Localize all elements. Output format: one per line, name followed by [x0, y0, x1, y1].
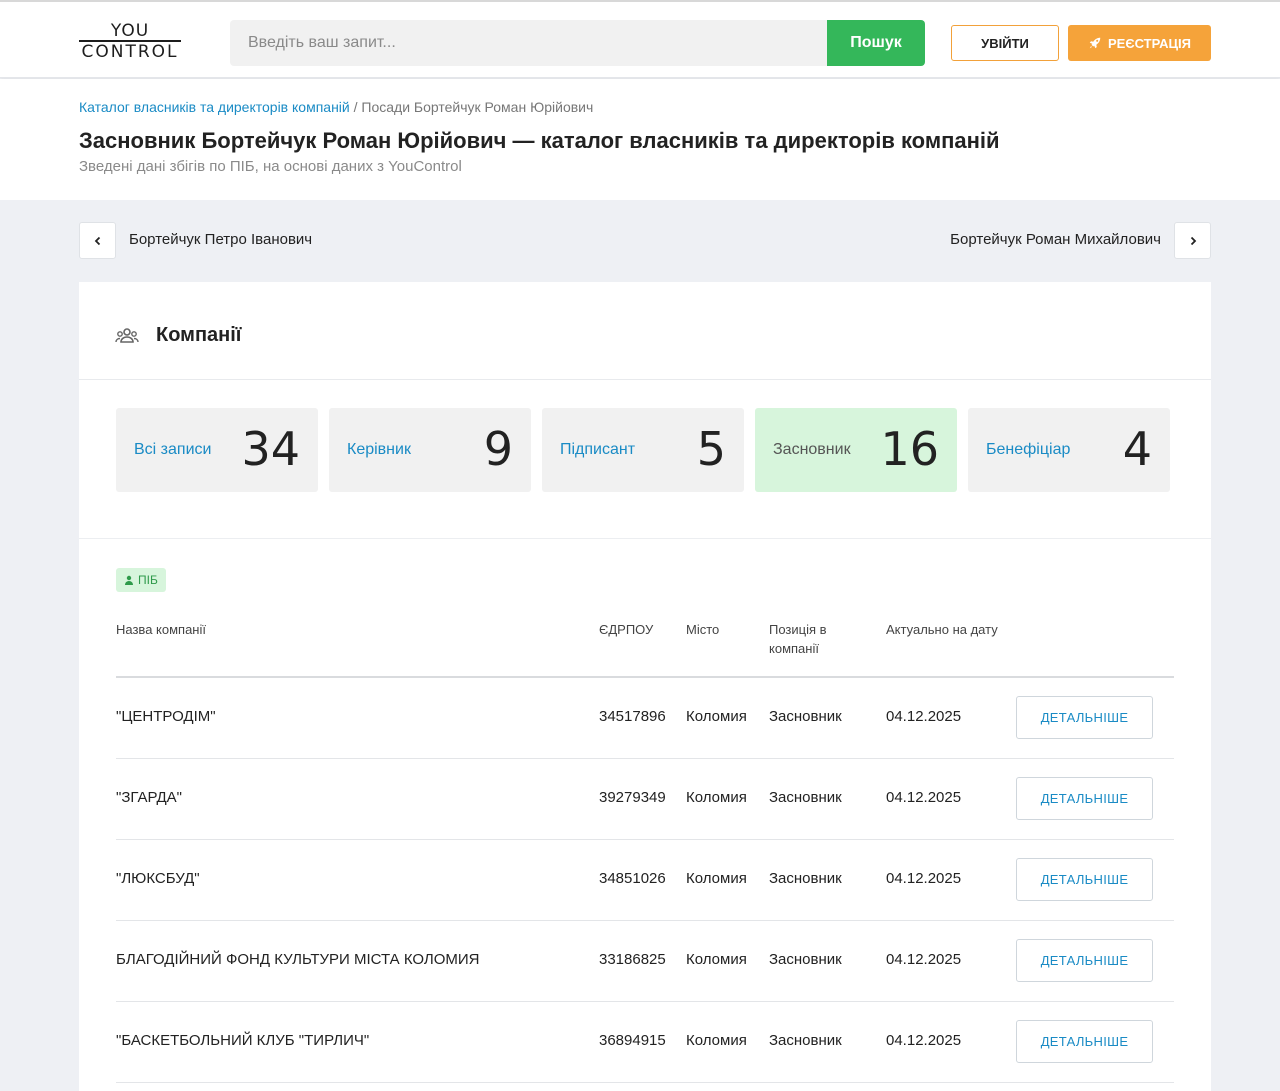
- section-divider: [79, 538, 1211, 539]
- tile-label: Керівник: [347, 441, 411, 458]
- position: Засновник: [769, 708, 842, 725]
- col-header-position-line2: компанії: [769, 641, 819, 656]
- position: Засновник: [769, 951, 842, 968]
- tile-label: Всі записи: [134, 441, 212, 458]
- tile-label: Засновник: [773, 441, 851, 458]
- chevron-left-icon: [94, 236, 100, 245]
- site-header: YOU CONTROL Пошук УВІЙТИ РЕЄСТРАЦІЯ: [0, 0, 1280, 78]
- tile-count: 34: [241, 422, 300, 476]
- actual-date: 04.12.2025: [886, 708, 962, 725]
- tile-count: 9: [483, 422, 513, 476]
- search-input[interactable]: [230, 20, 828, 66]
- company-name: "ЗГАРДА": [116, 789, 182, 806]
- tile-founder[interactable]: Засновник 16: [755, 408, 957, 492]
- companies-card: Компанії Всі записи 34 Керівник 9 Підпис…: [79, 282, 1211, 1091]
- col-header-date: Актуально на дату: [886, 622, 998, 637]
- group-icon: [115, 328, 139, 343]
- pib-badge: ПІБ: [116, 568, 166, 592]
- position: Засновник: [769, 1032, 842, 1049]
- table-row: БЛАГОДІЙНИЙ ФОНД КУЛЬТУРИ МІСТА КОЛОМИЯ …: [116, 921, 1174, 1002]
- city: Коломия: [686, 1032, 747, 1049]
- logo-line-2: CONTROL: [81, 42, 179, 62]
- details-button[interactable]: ДЕТАЛЬНІШЕ: [1016, 858, 1153, 901]
- tile-manager[interactable]: Керівник 9: [329, 408, 531, 492]
- company-name: БЛАГОДІЙНИЙ ФОНД КУЛЬТУРИ МІСТА КОЛОМИЯ: [116, 951, 480, 968]
- companies-card-header: Компанії: [79, 282, 1211, 380]
- tile-label: Підписант: [560, 441, 636, 458]
- actual-date: 04.12.2025: [886, 951, 962, 968]
- table-row: "ЛЮКСБУД" 34851026 Коломия Засновник 04.…: [116, 840, 1174, 921]
- col-header-edrpou: ЄДРПОУ: [599, 622, 654, 637]
- table-row: "БАСКЕТБОЛЬНИЙ КЛУБ "ТИРЛИЧ" 36894915 Ко…: [116, 1002, 1174, 1083]
- col-header-position: Позиція в компанії: [769, 620, 827, 658]
- company-name: "БАСКЕТБОЛЬНИЙ КЛУБ "ТИРЛИЧ": [116, 1032, 370, 1049]
- search-button[interactable]: Пошук: [827, 20, 925, 66]
- register-button[interactable]: РЕЄСТРАЦІЯ: [1068, 25, 1211, 61]
- details-button[interactable]: ДЕТАЛЬНІШЕ: [1016, 939, 1153, 982]
- edrpou-code: 34851026: [599, 870, 666, 887]
- breadcrumb: Каталог власників та директорів компаній…: [79, 99, 593, 115]
- search-bar: Пошук: [230, 20, 925, 66]
- details-button[interactable]: ДЕТАЛЬНІШЕ: [1016, 696, 1153, 739]
- register-button-label: РЕЄСТРАЦІЯ: [1108, 35, 1191, 51]
- tile-label: Бенефіціар: [986, 441, 1071, 458]
- city: Коломия: [686, 951, 747, 968]
- col-header-city: Місто: [686, 622, 720, 637]
- city: Коломия: [686, 870, 747, 887]
- actual-date: 04.12.2025: [886, 1032, 962, 1049]
- chevron-right-icon: [1190, 236, 1196, 245]
- breadcrumb-separator: /: [349, 99, 362, 115]
- login-button[interactable]: УВІЙТИ: [951, 25, 1059, 61]
- edrpou-code: 33186825: [599, 951, 666, 968]
- person-icon: [125, 575, 133, 585]
- edrpou-code: 39279349: [599, 789, 666, 806]
- page-title: Засновник Бортейчук Роман Юрійович — кат…: [79, 128, 1000, 153]
- company-name: "ЦЕНТРОДІМ": [116, 708, 216, 725]
- position-filter-tiles: Всі записи 34 Керівник 9 Підписант 5 Зас…: [116, 408, 1171, 492]
- tile-count: 5: [696, 422, 726, 476]
- city: Коломия: [686, 708, 747, 725]
- table-row: "ЦЕНТРОДІМ" 34517896 Коломия Засновник 0…: [116, 678, 1174, 759]
- details-button[interactable]: ДЕТАЛЬНІШЕ: [1016, 1020, 1153, 1063]
- details-button[interactable]: ДЕТАЛЬНІШЕ: [1016, 777, 1153, 820]
- city: Коломия: [686, 789, 747, 806]
- youcontrol-logo[interactable]: YOU CONTROL: [79, 22, 181, 64]
- pib-badge-label: ПІБ: [138, 573, 158, 587]
- rocket-icon: [1089, 37, 1101, 49]
- actual-date: 04.12.2025: [886, 789, 962, 806]
- position: Засновник: [769, 789, 842, 806]
- col-header-position-line1: Позиція в: [769, 622, 827, 637]
- title-area: Каталог власників та директорів компаній…: [0, 79, 1280, 200]
- position: Засновник: [769, 870, 842, 887]
- edrpou-code: 36894915: [599, 1032, 666, 1049]
- next-person-button[interactable]: [1174, 222, 1211, 259]
- actual-date: 04.12.2025: [886, 870, 962, 887]
- col-header-company-name: Назва компанії: [116, 622, 206, 637]
- edrpou-code: 34517896: [599, 708, 666, 725]
- breadcrumb-catalog-link[interactable]: Каталог власників та директорів компаній: [79, 99, 350, 115]
- tile-signatory[interactable]: Підписант 5: [542, 408, 744, 492]
- logo-line-1: YOU: [110, 21, 150, 41]
- prev-person-button[interactable]: [79, 222, 116, 259]
- breadcrumb-current: Посади Бортейчук Роман Юрійович: [361, 99, 594, 115]
- tile-all-records[interactable]: Всі записи 34: [116, 408, 318, 492]
- tile-count: 16: [880, 422, 939, 476]
- page-subtitle: Зведені дані збігів по ПІБ, на основі да…: [79, 158, 462, 175]
- tile-beneficiary[interactable]: Бенефіціар 4: [968, 408, 1170, 492]
- tile-count: 4: [1122, 422, 1152, 476]
- companies-title: Компанії: [156, 324, 242, 346]
- company-name: "ЛЮКСБУД": [116, 870, 200, 887]
- table-row: "ЗГАРДА" 39279349 Коломия Засновник 04.1…: [116, 759, 1174, 840]
- prev-person-link[interactable]: Бортейчук Петро Іванович: [129, 231, 312, 248]
- next-person-link[interactable]: Бортейчук Роман Михайлович: [950, 231, 1161, 248]
